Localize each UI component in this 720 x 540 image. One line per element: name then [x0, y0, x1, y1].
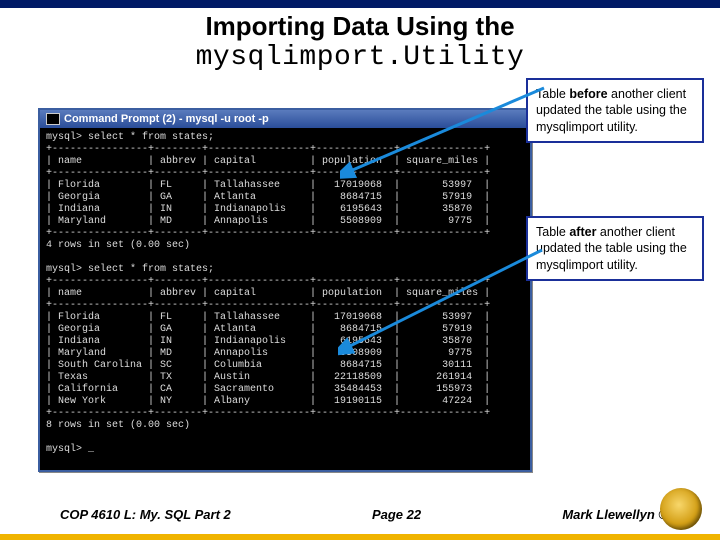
- footer-course: COP 4610 L: My. SQL Part 2: [60, 507, 231, 522]
- table-row: | Florida | FL | Tallahassee | 17019068 …: [46, 180, 490, 191]
- table-row: | Florida | FL | Tallahassee | 17019068 …: [46, 312, 490, 323]
- table-row: | Maryland | MD | Annapolis | 5508909 | …: [46, 216, 490, 227]
- footer-page: Page 22: [372, 507, 421, 522]
- header-bar: [0, 0, 720, 8]
- row-count-1: 4 rows in set (0.00 sec): [46, 240, 190, 251]
- cmd-icon: [46, 113, 60, 125]
- table-row: | Indiana | IN | Indianapolis | 6195643 …: [46, 204, 490, 215]
- mysql-prompt: mysql> _: [46, 444, 94, 455]
- table-border: +----------------+--------+-------------…: [46, 144, 490, 155]
- window-titlebar: Command Prompt (2) - mysql -u root -p: [40, 110, 530, 128]
- table-border: +----------------+--------+-------------…: [46, 408, 490, 419]
- table-row: | Indiana | IN | Indianapolis | 6195643 …: [46, 336, 490, 347]
- table-row: | Georgia | GA | Atlanta | 8684715 | 579…: [46, 192, 490, 203]
- ucf-logo-icon: [660, 488, 702, 530]
- slide-footer: COP 4610 L: My. SQL Part 2 Page 22 Mark …: [0, 507, 720, 522]
- command-prompt-window: Command Prompt (2) - mysql -u root -p my…: [38, 108, 532, 472]
- table-header: | name | abbrev | capital | population |…: [46, 156, 490, 167]
- sql-query-1: mysql> select * from states;: [46, 132, 214, 143]
- table-row: | Texas | TX | Austin | 22118509 | 26191…: [46, 372, 490, 383]
- table-row: | California | CA | Sacramento | 3548445…: [46, 384, 490, 395]
- window-title-text: Command Prompt (2) - mysql -u root -p: [64, 113, 269, 125]
- table-border: +----------------+--------+-------------…: [46, 300, 490, 311]
- slide-title: Importing Data Using the mysqlimport.Uti…: [0, 12, 720, 74]
- row-count-2: 8 rows in set (0.00 sec): [46, 420, 190, 431]
- footer-author: Mark Llewellyn ©: [562, 507, 668, 522]
- table-row: | New York | NY | Albany | 19190115 | 47…: [46, 396, 490, 407]
- callout-after: Table after another client updated the t…: [526, 216, 704, 281]
- table-row: | Georgia | GA | Atlanta | 8684715 | 579…: [46, 324, 490, 335]
- table-row: | Maryland | MD | Annapolis | 5508909 | …: [46, 348, 490, 359]
- sql-query-2: mysql> select * from states;: [46, 264, 214, 275]
- table-border: +----------------+--------+-------------…: [46, 228, 490, 239]
- title-line-2: mysqlimport.Utility: [0, 42, 720, 74]
- title-line-1: Importing Data Using the: [0, 12, 720, 42]
- callout-before: Table before another client updated the …: [526, 78, 704, 143]
- terminal-output: mysql> select * from states; +----------…: [40, 128, 530, 470]
- table-row: | South Carolina | SC | Columbia | 86847…: [46, 360, 490, 371]
- table-border: +----------------+--------+-------------…: [46, 276, 490, 287]
- table-header: | name | abbrev | capital | population |…: [46, 288, 490, 299]
- table-border: +----------------+--------+-------------…: [46, 168, 490, 179]
- footer-bar: [0, 534, 720, 540]
